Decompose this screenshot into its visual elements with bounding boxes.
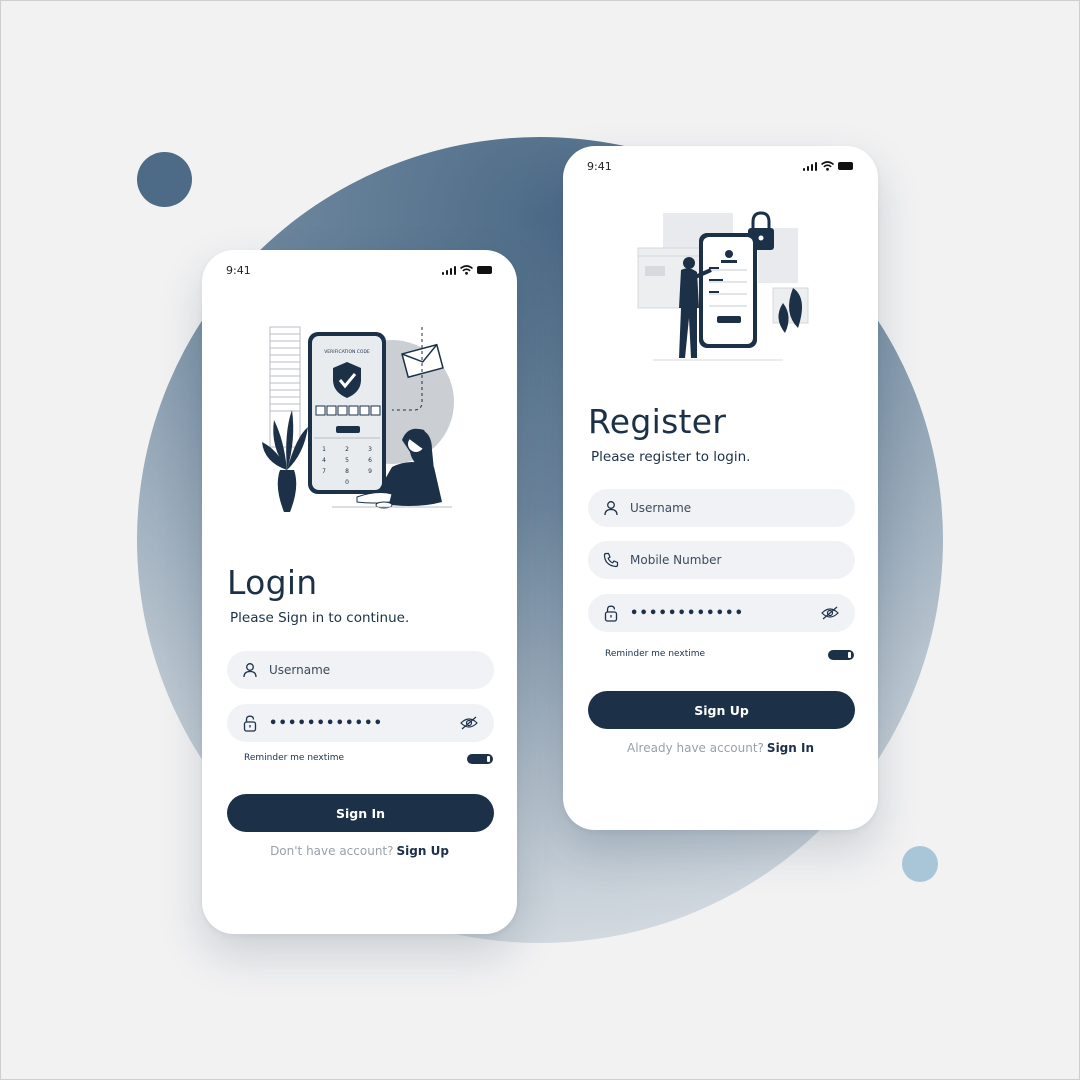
battery-icon: [838, 162, 853, 170]
signal-icon: [441, 265, 456, 275]
register-footer-text: Already have account?: [627, 741, 764, 755]
sign-in-link[interactable]: Sign In: [767, 741, 814, 755]
keypad-4: 4: [322, 457, 326, 464]
user-icon: [602, 499, 620, 517]
keypad-5: 5: [345, 457, 349, 464]
battery-icon: [477, 266, 492, 274]
status-bar: 9:41: [587, 158, 854, 174]
sign-in-button[interactable]: Sign In: [227, 794, 494, 832]
register-illustration: [637, 211, 809, 361]
username-placeholder: Username: [269, 663, 331, 677]
register-subtitle: Please register to login.: [591, 449, 751, 465]
signal-icon: [802, 161, 817, 171]
phone-icon: [602, 551, 620, 569]
register-screen: 9:41 Register Please register to login. …: [563, 146, 878, 830]
login-footer: Don't have account? Sign Up: [202, 844, 517, 858]
login-title: Login: [227, 563, 318, 602]
username-input[interactable]: Username: [588, 489, 855, 527]
keypad-8: 8: [345, 468, 349, 475]
password-value: ••••••••••••: [630, 605, 745, 621]
keypad-3: 3: [368, 446, 372, 453]
password-value: ••••••••••••: [269, 715, 384, 731]
eye-off-icon[interactable]: [821, 605, 839, 624]
decor-dot-light: [902, 846, 938, 882]
status-icons: [802, 161, 855, 171]
remember-label: Reminder me nextime: [605, 649, 706, 659]
remember-toggle[interactable]: [467, 754, 493, 764]
remember-toggle[interactable]: [828, 650, 854, 660]
remember-label: Reminder me nextime: [244, 753, 345, 763]
keypad-7: 7: [322, 468, 326, 475]
verification-code-label: VERIFICATION CODE: [324, 349, 370, 355]
password-input[interactable]: ••••••••••••: [588, 594, 855, 632]
sign-up-button[interactable]: Sign Up: [588, 691, 855, 729]
username-placeholder: Username: [630, 501, 692, 515]
password-input[interactable]: ••••••••••••: [227, 704, 494, 742]
keypad-1: 1: [322, 446, 326, 453]
status-time: 9:41: [587, 159, 612, 173]
eye-off-icon[interactable]: [460, 715, 478, 734]
status-bar: 9:41: [226, 262, 493, 278]
wifi-icon: [460, 265, 473, 275]
lock-icon: [602, 604, 620, 622]
decor-dot-dark: [137, 152, 192, 207]
wifi-icon: [821, 161, 834, 171]
login-screen: 9:41 VERIFICATION CODE 1 2 3 4 5 6 7 8 9…: [202, 250, 517, 934]
user-icon: [241, 661, 259, 679]
register-title: Register: [588, 402, 727, 441]
username-input[interactable]: Username: [227, 651, 494, 689]
login-footer-text: Don't have account?: [270, 844, 394, 858]
verification-illustration: VERIFICATION CODE 1 2 3 4 5 6 7 8 9 0: [262, 326, 454, 512]
login-subtitle: Please Sign in to continue.: [230, 610, 410, 626]
lock-icon: [241, 714, 259, 732]
mobile-number-input[interactable]: Mobile Number: [588, 541, 855, 579]
register-footer: Already have account? Sign In: [563, 741, 878, 755]
keypad-6: 6: [368, 457, 372, 464]
mobile-number-placeholder: Mobile Number: [630, 553, 722, 567]
sign-up-link[interactable]: Sign Up: [397, 844, 449, 858]
status-time: 9:41: [226, 263, 251, 277]
keypad-0: 0: [345, 479, 349, 486]
keypad-9: 9: [368, 468, 372, 475]
status-icons: [441, 265, 494, 275]
keypad-2: 2: [345, 446, 349, 453]
